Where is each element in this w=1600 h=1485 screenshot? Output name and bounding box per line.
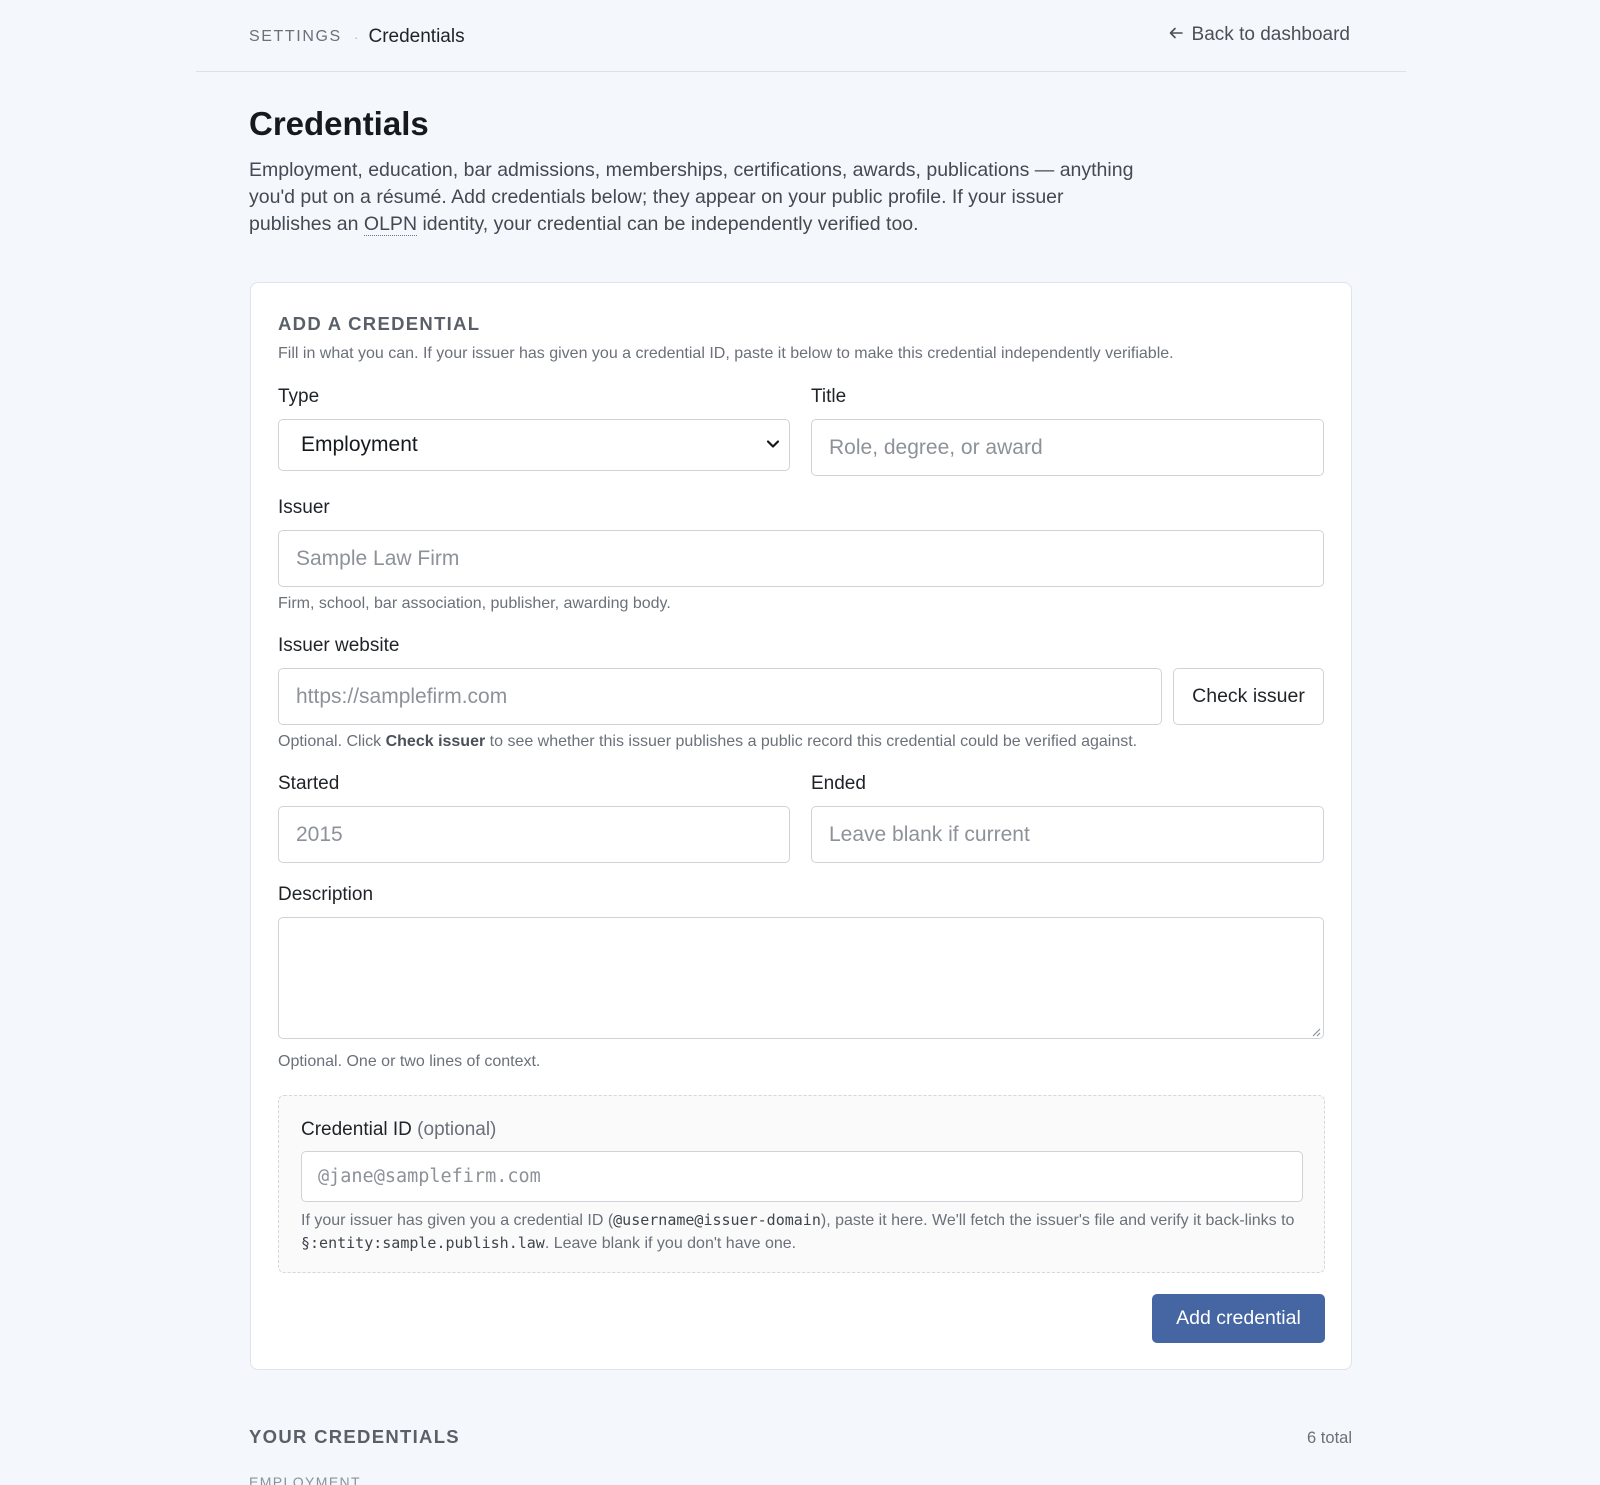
title-input[interactable] [811,419,1324,476]
olpn-abbr[interactable]: OLPN [363,213,418,236]
issuer-website-help: Optional. Click Check issuer to see whet… [278,731,1137,753]
arrow-left-icon [1168,25,1184,46]
resize-grip-icon[interactable] [1309,1024,1321,1037]
started-input[interactable] [278,806,790,863]
issuer-website-help-prefix: Optional. Click [278,733,386,750]
type-label: Type [278,386,320,407]
issuer-label: Issuer [278,497,330,518]
add-credential-card: ADD A CREDENTIAL Fill in what you can. I… [250,282,1352,1370]
issuer-website-input[interactable] [278,668,1162,725]
description-help: Optional. One or two lines of context. [278,1053,541,1070]
intro-text-2: identity, your credential can be indepen… [417,213,919,235]
credential-id-help: If your issuer has given you a credentia… [301,1209,1301,1255]
issuer-website-help-suffix: to see whether this issuer publishes a p… [485,733,1138,750]
back-to-dashboard-link[interactable]: Back to dashboard [1168,24,1350,46]
title-label: Title [811,386,847,407]
page-title: Credentials [249,105,429,142]
description-label: Description [278,884,374,905]
ended-label: Ended [811,773,866,794]
description-textarea[interactable] [278,917,1324,1039]
credential-id-optional: (optional) [417,1119,497,1140]
credentials-count: 6 total [1307,1429,1352,1447]
breadcrumb-current: Credentials [368,26,465,47]
started-label: Started [278,773,340,794]
breadcrumb-separator: · [353,29,359,45]
credential-id-help-code-2: §:entity:sample.publish.law [301,1234,545,1252]
credential-id-label-text: Credential ID [301,1119,412,1140]
add-credential-button[interactable]: Add credential [1152,1294,1325,1343]
your-credentials-heading: YOUR CREDENTIALS [249,1426,460,1447]
page-intro: Employment, education, bar admissions, m… [249,157,1149,238]
credentials-group-employment: EMPLOYMENT [249,1474,362,1485]
ended-input[interactable] [811,806,1324,863]
credential-id-input[interactable] [301,1151,1303,1202]
check-issuer-button[interactable]: Check issuer [1173,668,1324,725]
back-link-label: Back to dashboard [1191,24,1350,45]
credential-id-help-code-1: @username@issuer-domain [613,1211,821,1229]
add-credential-heading: ADD A CREDENTIAL [278,313,481,334]
top-bar: SETTINGS · Credentials Back to dashboard [196,0,1406,72]
issuer-help: Firm, school, bar association, publisher… [278,595,671,612]
type-select-value: Employment [301,433,418,456]
add-credential-subheading: Fill in what you can. If your issuer has… [278,345,1174,362]
credential-id-label: Credential ID (optional) [301,1119,496,1141]
credential-id-box: Credential ID (optional) If your issuer … [278,1095,1325,1273]
credential-id-help-2: ), paste it here. We'll fetch the issuer… [820,1212,1295,1229]
type-select[interactable]: Employment [278,419,790,471]
breadcrumb-settings[interactable]: SETTINGS [249,28,342,46]
breadcrumb: SETTINGS · Credentials [249,26,465,48]
issuer-input[interactable] [278,530,1324,587]
issuer-website-label: Issuer website [278,635,400,656]
chevron-down-icon [763,434,783,454]
credential-id-help-3: . Leave blank if you don't have one. [544,1235,797,1252]
issuer-website-help-bold: Check issuer [385,733,486,750]
credential-id-help-1: If your issuer has given you a credentia… [301,1212,614,1229]
